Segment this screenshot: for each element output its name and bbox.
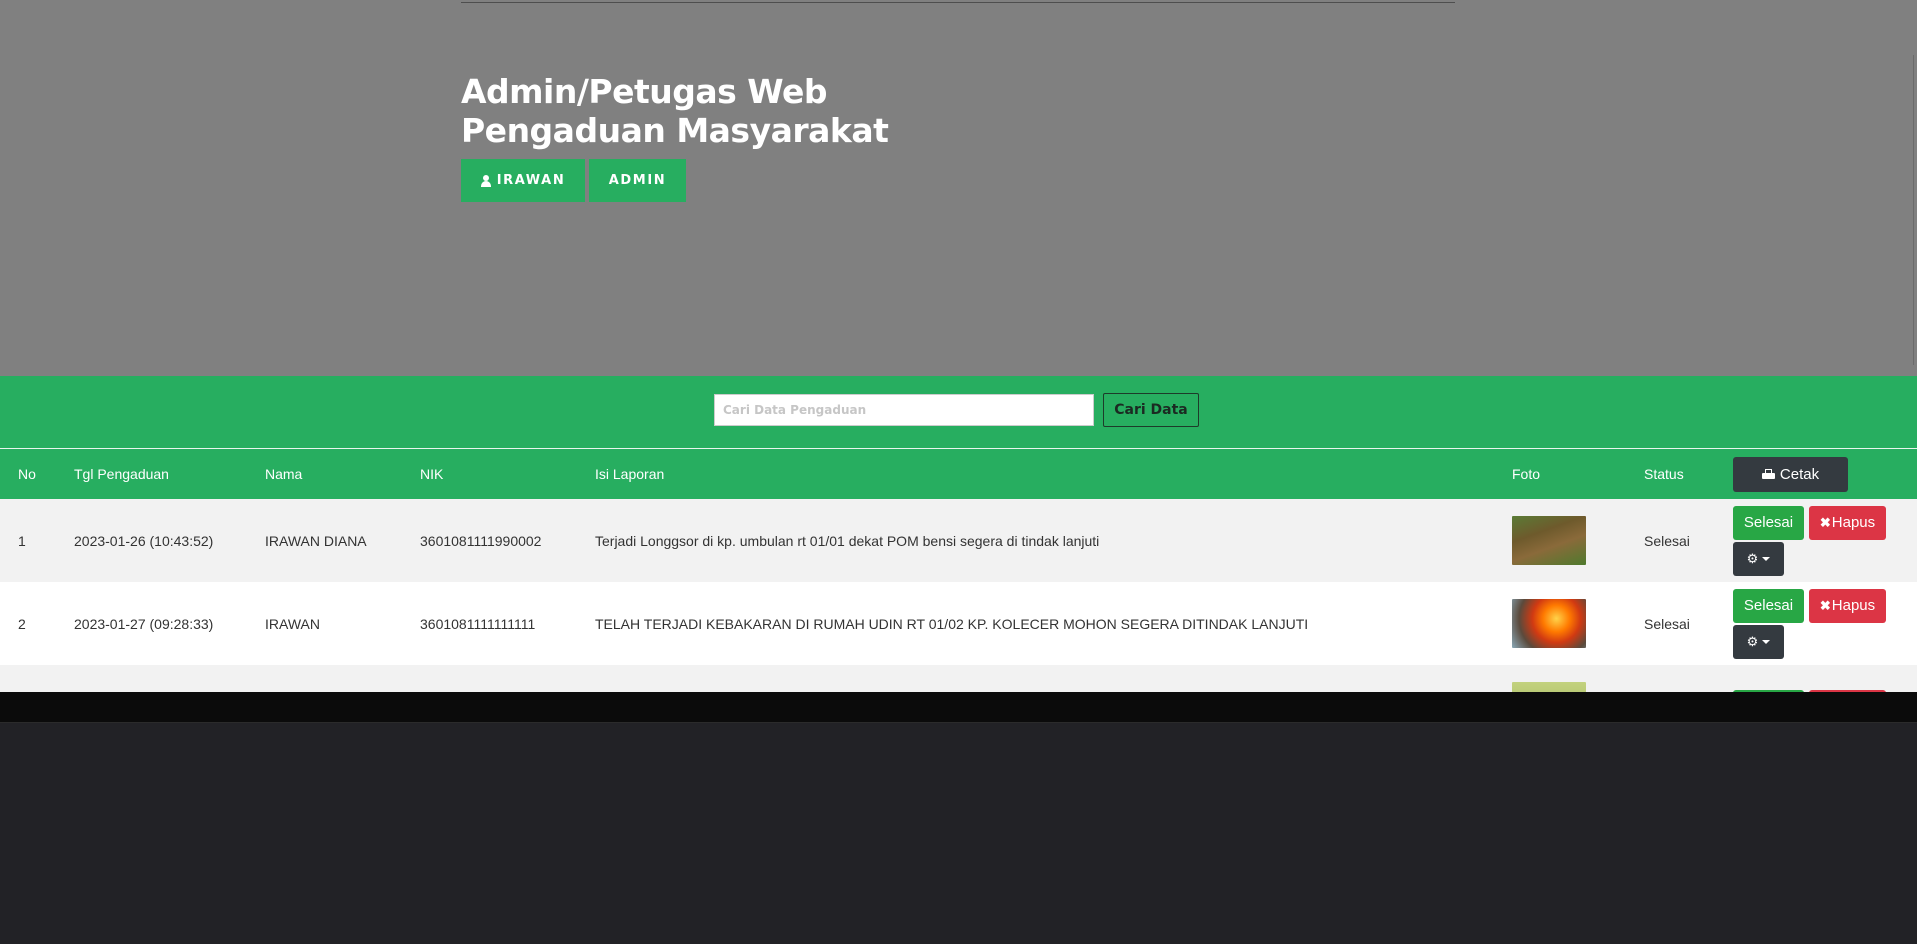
column-header-isi: Isi Laporan [595,466,665,482]
cell-status [1644,665,1733,692]
caret-down-icon [1762,639,1771,644]
landslide-photo[interactable] [1512,516,1586,565]
table-row: 2 2023-01-27 (09:28:33) IRAWAN 360108111… [0,582,1917,665]
cell-nik: 3601081111990002 [420,532,542,549]
table-row: 1 2023-01-26 (10:43:52) IRAWAN DIANA 360… [0,499,1917,582]
settings-dropdown-button[interactable]: ⚙ [1733,541,1784,576]
cell-tgl: 2023-01-27 (09:28:33) [74,615,214,632]
cell-isi: Terjadi Longgsor di kp. umbulan rt 01/01… [595,532,1100,549]
scrollbar[interactable] [1913,55,1917,365]
selesai-button[interactable]: Selesai [1733,588,1804,623]
cell-status: Selesai [1644,532,1690,549]
cell-nik [420,665,595,692]
hero-section: Admin/Petugas Web Pengaduan Masyarakat I… [0,0,1917,376]
page-title: Admin/Petugas Web Pengaduan Masyarakat [461,72,889,150]
print-label: Cetak [1779,465,1820,483]
cell-no: 1 [18,532,26,549]
printer-icon [1761,468,1775,480]
gears-icon: ⚙ [1746,633,1759,649]
cell-actions: Selesai ✖ Hapus ⚙ [1733,499,1917,582]
selesai-button[interactable]: Selesai [1733,505,1804,540]
complaints-table: No Tgl Pengaduan Nama NIK Isi Laporan Fo… [0,449,1917,692]
search-button[interactable]: Cari Data [1103,393,1199,427]
cell-actions: Selesai ✖ Hapus [1733,665,1917,692]
column-header-tgl: Tgl Pengaduan [74,466,169,482]
hero-buttons: IRAWAN ADMIN [461,159,686,202]
column-header-nik: NIK [420,466,444,482]
user-button[interactable]: IRAWAN [461,159,585,202]
column-header-status: Status [1644,466,1684,482]
field-photo[interactable] [1512,682,1586,692]
column-header-foto: Foto [1512,466,1541,482]
cell-nama: IRAWAN DIANA [265,532,367,549]
cell-isi: TELAH TERJADI KEBAKARAN DI RUMAH UDIN RT… [595,615,1309,632]
hapus-label: Hapus [1831,597,1876,614]
cell-actions: Selesai ✖ Hapus ⚙ [1733,582,1917,665]
cell-nama: IRAWAN [265,615,320,632]
column-header-nama: Nama [265,466,303,482]
user-icon [480,174,491,187]
hapus-button[interactable]: ✖ Hapus [1809,505,1886,540]
cell-nik: 3601081111111111 [420,615,536,632]
hero-divider [461,2,1455,3]
cell-foto [1512,665,1644,692]
gears-icon: ⚙ [1746,550,1759,566]
search-bar: Cari Data [714,393,1199,427]
close-icon: ✖ [1819,597,1831,613]
cell-foto [1512,499,1644,582]
column-header-actions: Cetak [1733,449,1917,499]
cell-isi [595,665,1512,692]
cell-foto [1512,582,1644,665]
table-header-row: No Tgl Pengaduan Nama NIK Isi Laporan Fo… [0,449,1917,499]
cell-tgl: 2023-01-26 (10:43:52) [74,532,214,549]
cell-no [0,665,74,692]
cell-no: 2 [18,615,26,632]
print-button[interactable]: Cetak [1733,456,1848,492]
hapus-button[interactable]: ✖ Hapus [1809,588,1886,623]
table-row: Selesai ✖ Hapus [0,665,1917,692]
cell-nama [265,665,420,692]
cell-tgl [74,665,265,692]
settings-dropdown-button[interactable]: ⚙ [1733,624,1784,659]
search-input[interactable] [714,394,1094,426]
close-icon: ✖ [1819,514,1831,530]
cell-status: Selesai [1644,615,1690,632]
role-button[interactable]: ADMIN [589,159,686,202]
caret-down-icon [1762,556,1771,561]
hapus-label: Hapus [1831,514,1876,531]
role-label: ADMIN [608,173,667,188]
data-section: Cari Data No Tgl Pengaduan Nama NIK Isi … [0,376,1917,692]
fire-photo[interactable] [1512,599,1586,648]
user-label: IRAWAN [496,173,566,188]
bottom-bar [0,692,1917,723]
column-header-no: No [18,466,36,482]
